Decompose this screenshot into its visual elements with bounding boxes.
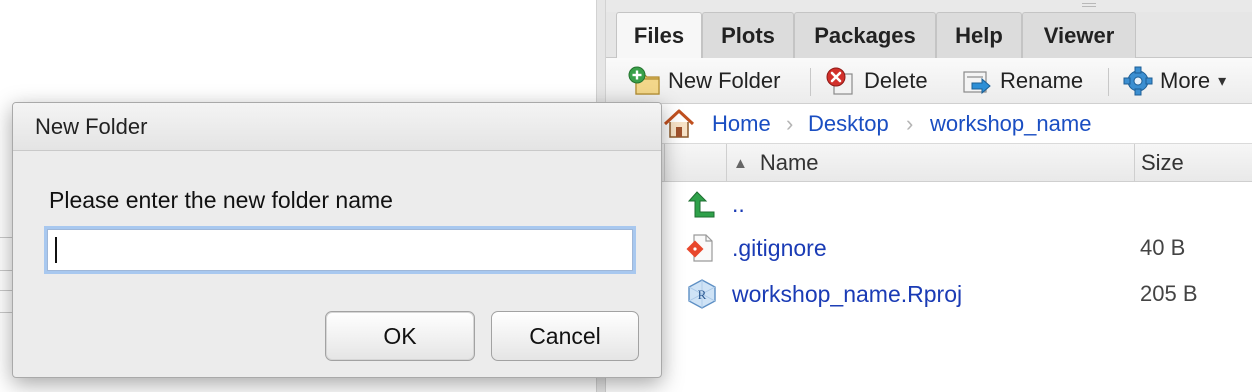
- table-row[interactable]: R workshop_name.Rproj 205 B: [606, 272, 1252, 316]
- files-toolbar: New Folder Delete Rename More ▾: [606, 58, 1252, 104]
- tab-help[interactable]: Help: [936, 12, 1022, 58]
- table-row[interactable]: .gitignore 40 B: [606, 226, 1252, 270]
- breadcrumb-current[interactable]: workshop_name: [930, 104, 1091, 144]
- new-folder-label: New Folder: [668, 68, 781, 93]
- folder-name-input[interactable]: [47, 229, 633, 271]
- rename-label: Rename: [1000, 68, 1084, 93]
- file-table-header: ▲ Name Size: [606, 144, 1252, 182]
- rename-icon: [960, 66, 994, 96]
- more-label: More: [1160, 68, 1211, 93]
- git-file-icon: [686, 232, 718, 264]
- size-column-header[interactable]: Size: [1134, 144, 1252, 182]
- new-folder-dialog: New Folder Please enter the new folder n…: [12, 102, 662, 378]
- table-row[interactable]: ..: [606, 182, 1252, 226]
- toolbar-separator: [810, 68, 811, 96]
- toolbar-separator: [1108, 68, 1109, 96]
- svg-text:R: R: [698, 287, 707, 302]
- sort-ascending-icon: ▲: [733, 154, 748, 172]
- file-name[interactable]: .gitignore: [732, 226, 827, 270]
- files-pane: Files Plots Packages Help Viewer New Fol…: [606, 0, 1252, 392]
- tab-plots[interactable]: Plots: [702, 12, 794, 58]
- pane-resize-grip[interactable]: [606, 0, 1252, 12]
- select-all-column[interactable]: [664, 144, 726, 182]
- rename-button[interactable]: Rename: [960, 58, 1083, 104]
- breadcrumb-separator: ›: [786, 111, 794, 136]
- tab-packages[interactable]: Packages: [794, 12, 936, 58]
- new-folder-icon: [628, 66, 662, 96]
- grip-icon: [1082, 3, 1096, 7]
- breadcrumb-separator: ›: [906, 111, 914, 136]
- ok-button[interactable]: OK: [325, 311, 475, 361]
- rproj-file-icon: R: [686, 278, 718, 310]
- delete-button[interactable]: Delete: [824, 58, 928, 104]
- name-column-label: Name: [759, 150, 819, 175]
- home-icon[interactable]: [662, 108, 696, 145]
- cancel-button[interactable]: Cancel: [491, 311, 639, 361]
- breadcrumb-desktop[interactable]: Desktop: [808, 104, 889, 144]
- text-caret: [55, 237, 57, 263]
- more-button[interactable]: More ▾: [1122, 58, 1226, 104]
- dialog-prompt: Please enter the new folder name: [49, 187, 393, 213]
- breadcrumb-home[interactable]: Home: [712, 104, 771, 144]
- parent-directory-icon: [686, 188, 718, 220]
- size-column-label: Size: [1141, 150, 1184, 175]
- breadcrumb: Home › Desktop › workshop_name: [606, 104, 1252, 144]
- delete-label: Delete: [864, 68, 928, 93]
- name-column-header[interactable]: ▲ Name: [726, 144, 1134, 182]
- chevron-down-icon: ▾: [1218, 73, 1227, 90]
- file-size: 40 B: [1140, 235, 1186, 260]
- gear-icon: [1122, 66, 1154, 96]
- file-name[interactable]: workshop_name.Rproj: [732, 272, 962, 316]
- tab-files[interactable]: Files: [616, 12, 702, 58]
- delete-icon: [824, 66, 858, 96]
- new-folder-button[interactable]: New Folder: [628, 58, 780, 104]
- rstudio-window: Files Plots Packages Help Viewer New Fol…: [0, 0, 1252, 392]
- tab-viewer[interactable]: Viewer: [1022, 12, 1136, 58]
- dialog-title: New Folder: [13, 103, 661, 151]
- pane-tabbar: Files Plots Packages Help Viewer: [606, 12, 1252, 58]
- file-name[interactable]: ..: [732, 182, 745, 226]
- file-size: 205 B: [1140, 281, 1198, 306]
